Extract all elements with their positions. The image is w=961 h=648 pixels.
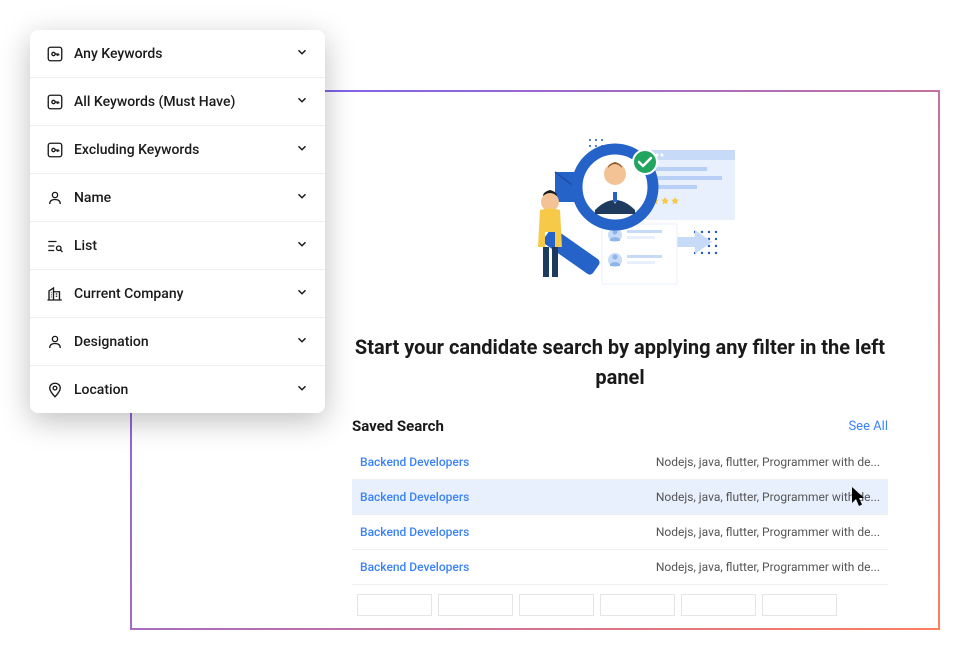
filter-panel: Any Keywords All Keywords (Must Have) xyxy=(30,30,325,413)
search-row-desc: Nodejs, java, flutter, Programmer with d… xyxy=(656,490,880,504)
filter-any-keywords[interactable]: Any Keywords xyxy=(30,30,325,78)
filter-location[interactable]: Location xyxy=(30,366,325,413)
filter-label: Location xyxy=(74,382,285,398)
search-row-name: Backend Developers xyxy=(360,490,469,504)
person-icon xyxy=(46,333,64,351)
search-row-name: Backend Developers xyxy=(360,455,469,469)
filter-label: Any Keywords xyxy=(74,46,285,62)
list-search-icon xyxy=(46,237,64,255)
saved-search-row[interactable]: Backend Developers Nodejs, java, flutter… xyxy=(352,515,888,550)
chevron-down-icon xyxy=(295,188,309,207)
location-icon xyxy=(46,381,64,399)
filter-label: Current Company xyxy=(74,286,285,302)
filter-label: All Keywords (Must Have) xyxy=(74,94,285,110)
filter-excluding-keywords[interactable]: Excluding Keywords xyxy=(30,126,325,174)
chevron-down-icon xyxy=(295,44,309,63)
key-icon xyxy=(46,93,64,111)
saved-search-row[interactable]: Backend Developers Nodejs, java, flutter… xyxy=(352,480,888,515)
chevron-down-icon xyxy=(295,140,309,159)
main-heading: Start your candidate search by applying … xyxy=(352,332,888,392)
search-row-name: Backend Developers xyxy=(360,560,469,574)
filter-label: Excluding Keywords xyxy=(74,142,285,158)
filter-label: List xyxy=(74,238,285,254)
chevron-down-icon xyxy=(295,236,309,255)
bottom-placeholder-boxes xyxy=(357,594,837,616)
search-row-desc: Nodejs, java, flutter, Programmer with d… xyxy=(656,525,880,539)
key-icon xyxy=(46,141,64,159)
saved-search-header: Saved Search See All xyxy=(352,417,888,435)
filter-current-company[interactable]: Current Company xyxy=(30,270,325,318)
chevron-down-icon xyxy=(295,92,309,111)
filter-label: Name xyxy=(74,190,285,206)
filter-list[interactable]: List xyxy=(30,222,325,270)
saved-search-row[interactable]: Backend Developers Nodejs, java, flutter… xyxy=(352,550,888,585)
chevron-down-icon xyxy=(295,332,309,351)
key-icon xyxy=(46,45,64,63)
search-row-name: Backend Developers xyxy=(360,525,469,539)
filter-designation[interactable]: Designation xyxy=(30,318,325,366)
building-icon xyxy=(46,285,64,303)
see-all-link[interactable]: See All xyxy=(848,419,888,434)
filter-name[interactable]: Name xyxy=(30,174,325,222)
search-row-desc: Nodejs, java, flutter, Programmer with d… xyxy=(656,455,880,469)
saved-search-title: Saved Search xyxy=(352,417,444,435)
person-icon xyxy=(46,189,64,207)
search-row-desc: Nodejs, java, flutter, Programmer with d… xyxy=(656,560,880,574)
chevron-down-icon xyxy=(295,284,309,303)
filter-label: Designation xyxy=(74,334,285,350)
chevron-down-icon xyxy=(295,380,309,399)
saved-search-row[interactable]: Backend Developers Nodejs, java, flutter… xyxy=(352,445,888,480)
candidate-search-illustration xyxy=(480,132,760,312)
filter-all-keywords[interactable]: All Keywords (Must Have) xyxy=(30,78,325,126)
